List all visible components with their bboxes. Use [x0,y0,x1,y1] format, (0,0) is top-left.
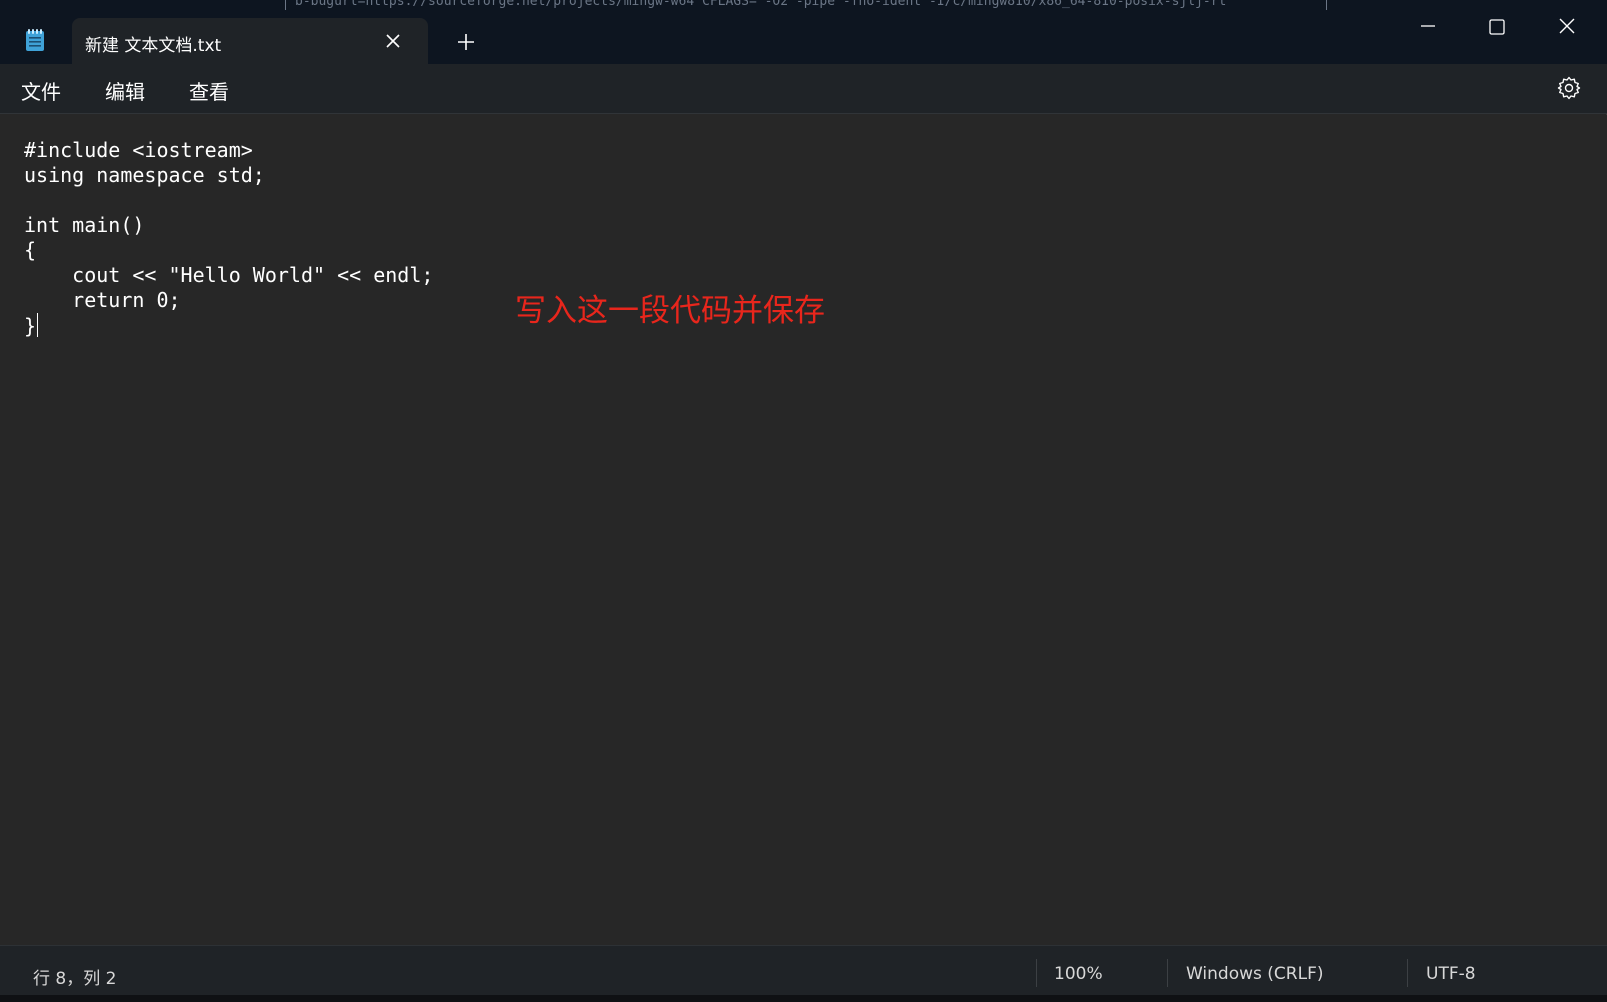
close-icon[interactable] [382,30,404,52]
text-caret [37,313,39,337]
maximize-icon[interactable] [1482,13,1512,43]
window-bottom-edge [0,995,1607,1002]
code-line: int main() [24,213,145,237]
menu-edit[interactable]: 编辑 [105,76,145,105]
code-line: { [24,238,37,262]
code-line: ​ [24,188,433,213]
title-bar[interactable]: b-bugurl=https://sourceforge.net/project… [0,0,1607,64]
code-line: cout << "Hello World" << endl; [24,263,434,287]
status-divider [1167,959,1168,987]
status-divider [1036,959,1037,987]
code-text[interactable]: #include <iostream>using namespace std;​… [24,138,433,339]
code-line-last: } [24,313,433,339]
background-window-text: b-bugurl=https://sourceforge.net/project… [295,0,1227,9]
menu-view[interactable]: 查看 [189,76,229,105]
background-window-edge [285,0,286,10]
menu-file[interactable]: 文件 [21,76,61,105]
text-editor-area[interactable]: #include <iostream>using namespace std;​… [0,115,1607,945]
zoom-level[interactable]: 100% [1054,964,1103,984]
minimize-icon[interactable] [1413,13,1443,43]
status-bar: 行 8，列 2 100% Windows (CRLF) UTF-8 [0,945,1607,1002]
close-window-icon[interactable] [1552,13,1582,43]
cursor-position: 行 8，列 2 [33,969,117,989]
notepad-icon [26,29,44,51]
vertical-scrollbar[interactable] [1598,115,1607,945]
annotation-text: 写入这一段代码并保存 [515,293,825,329]
line-ending[interactable]: Windows (CRLF) [1186,964,1324,984]
gear-icon[interactable] [1556,75,1582,101]
plus-icon[interactable] [455,31,477,53]
notepad-window: b-bugurl=https://sourceforge.net/project… [0,0,1607,1002]
tab-document[interactable]: 新建 文本文档.txt [72,18,428,64]
code-line: using namespace std; [24,163,265,187]
encoding[interactable]: UTF-8 [1426,964,1476,984]
menu-bar: 文件 编辑 查看 [0,64,1607,114]
code-line: #include <iostream> [24,138,253,162]
code-line: } [24,314,37,338]
code-line: return 0; [24,288,181,312]
status-divider [1407,959,1408,987]
background-window-edge [1326,0,1327,10]
tab-label: 新建 文本文档.txt [85,36,222,56]
